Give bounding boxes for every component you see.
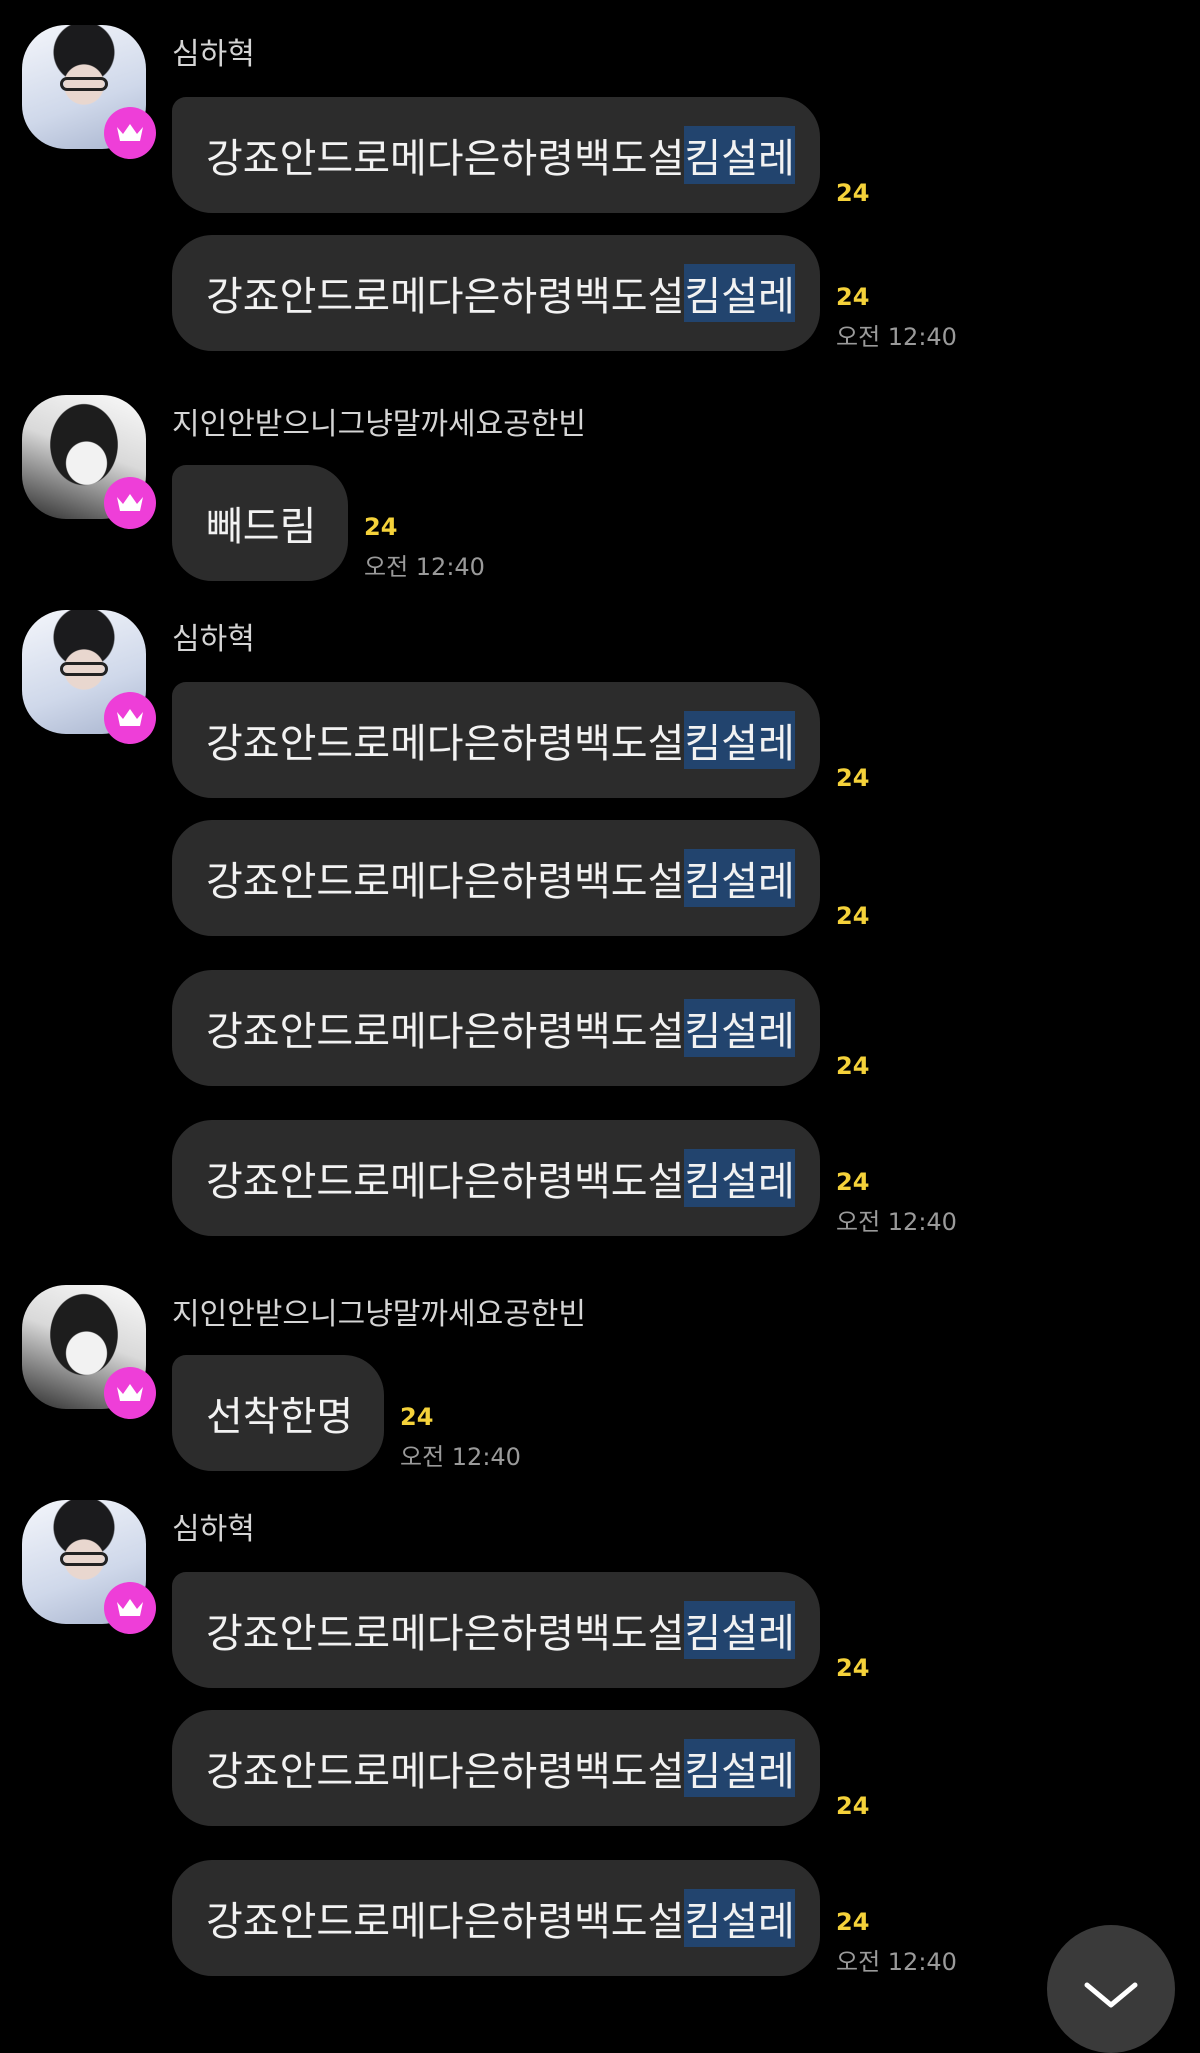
avatar[interactable] — [22, 610, 156, 744]
scroll-to-bottom-button[interactable] — [1047, 1925, 1175, 2053]
unread-count: 24 — [836, 1792, 870, 1820]
message-text: 강죠안드로메다은하령백도설 — [206, 136, 685, 182]
sender-name: 심하혁 — [172, 1512, 255, 1547]
unread-count: 24 — [836, 283, 870, 311]
message-bubble[interactable]: 강죠안드로메다은하령백도설 킴설레 — [172, 682, 820, 798]
chat-message-list[interactable]: 심하혁 강죠안드로메다은하령백도설 킴설레 24 강죠안드로메다은하령백도설 킴설레 24 오… — [0, 0, 1200, 2000]
message-bubble[interactable]: 강죠안드로메다은하령백도설 킴설레 — [172, 97, 820, 213]
unread-count: 24 — [836, 179, 870, 207]
sender-name: 심하혁 — [172, 622, 255, 657]
message-timestamp: 오전 12:40 — [400, 1443, 521, 1471]
chevron-down-icon — [1084, 1982, 1138, 2008]
message-timestamp: 오전 12:40 — [836, 323, 957, 351]
selected-text-highlight: 킴설레 — [684, 999, 795, 1057]
avatar[interactable] — [22, 1500, 156, 1634]
message-text: 강죠안드로메다은하령백도설 — [206, 1159, 685, 1205]
crown-icon — [104, 692, 156, 744]
message-text: 강죠안드로메다은하령백도설 — [206, 1009, 685, 1055]
message-bubble[interactable]: 강죠안드로메다은하령백도설 킴설레 — [172, 1710, 820, 1826]
unread-count: 24 — [836, 764, 870, 792]
message-timestamp: 오전 12:40 — [836, 1948, 957, 1976]
message-text: 강죠안드로메다은하령백도설 — [206, 1611, 685, 1657]
message-text: 강죠안드로메다은하령백도설 — [206, 1749, 685, 1795]
sender-name: 심하혁 — [172, 37, 255, 72]
message-text: 강죠안드로메다은하령백도설 — [206, 721, 685, 767]
message-bubble[interactable]: 강죠안드로메다은하령백도설 킴설레 — [172, 1572, 820, 1688]
unread-count: 24 — [836, 1052, 870, 1080]
message-bubble[interactable]: 강죠안드로메다은하령백도설 킴설레 — [172, 1860, 820, 1976]
crown-icon — [104, 1367, 156, 1419]
unread-count: 24 — [400, 1403, 434, 1431]
message-timestamp: 오전 12:40 — [836, 1208, 957, 1236]
selected-text-highlight: 킴설레 — [684, 1889, 795, 1947]
sender-name: 지인안받으니그냥말까세요공한빈 — [172, 407, 586, 442]
avatar[interactable] — [22, 25, 156, 159]
message-text: 빼드림 — [206, 504, 317, 550]
unread-count: 24 — [836, 1654, 870, 1682]
selected-text-highlight: 킴설레 — [684, 1739, 795, 1797]
unread-count: 24 — [836, 1908, 870, 1936]
crown-icon — [104, 477, 156, 529]
unread-count: 24 — [836, 1168, 870, 1196]
message-bubble[interactable]: 강죠안드로메다은하령백도설 킴설레 — [172, 970, 820, 1086]
message-bubble[interactable]: 강죠안드로메다은하령백도설 킴설레 — [172, 235, 820, 351]
message-bubble[interactable]: 강죠안드로메다은하령백도설 킴설레 — [172, 1120, 820, 1236]
selected-text-highlight: 킴설레 — [684, 849, 795, 907]
crown-icon — [104, 1582, 156, 1634]
unread-count: 24 — [836, 902, 870, 930]
selected-text-highlight: 킴설레 — [684, 126, 795, 184]
message-bubble[interactable]: 빼드림 — [172, 465, 348, 581]
selected-text-highlight: 킴설레 — [684, 711, 795, 769]
avatar[interactable] — [22, 395, 156, 529]
sender-name: 지인안받으니그냥말까세요공한빈 — [172, 1297, 586, 1332]
crown-icon — [104, 107, 156, 159]
unread-count: 24 — [364, 513, 398, 541]
message-text: 강죠안드로메다은하령백도설 — [206, 1899, 685, 1945]
message-text: 강죠안드로메다은하령백도설 — [206, 274, 685, 320]
avatar[interactable] — [22, 1285, 156, 1419]
message-text: 강죠안드로메다은하령백도설 — [206, 859, 685, 905]
message-bubble[interactable]: 선착한명 — [172, 1355, 384, 1471]
selected-text-highlight: 킴설레 — [684, 1601, 795, 1659]
message-timestamp: 오전 12:40 — [364, 553, 485, 581]
message-text: 선착한명 — [206, 1394, 354, 1440]
message-bubble[interactable]: 강죠안드로메다은하령백도설 킴설레 — [172, 820, 820, 936]
selected-text-highlight: 킴설레 — [684, 1149, 795, 1207]
selected-text-highlight: 킴설레 — [684, 264, 795, 322]
